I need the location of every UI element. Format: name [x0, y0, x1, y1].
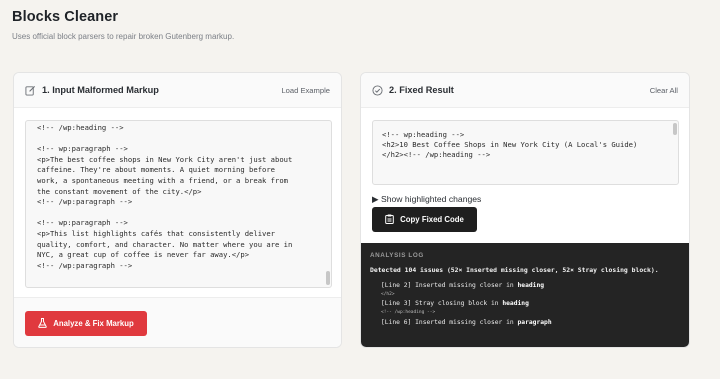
copy-fixed-code-button[interactable]: Copy Fixed Code	[372, 207, 477, 232]
markup-line: <!-- /wp:heading -->	[37, 123, 124, 132]
log-detail: <!-- /wp:heading -->	[381, 309, 436, 315]
input-panel-footer: Analyze & Fix Markup	[14, 297, 341, 347]
log-entry: [Line 3] Stray closing block in heading	[381, 299, 680, 309]
clear-all-button[interactable]: Clear All	[650, 86, 678, 95]
show-highlighted-changes-toggle[interactable]: ▶ Show highlighted changes	[372, 194, 481, 205]
check-circle-icon	[372, 84, 383, 96]
log-detail: </h2>	[381, 291, 395, 297]
markup-line: <!-- wp:paragraph -->	[37, 144, 128, 154]
copy-fixed-code-label: Copy Fixed Code	[400, 215, 464, 224]
markup-input-text[interactable]: <!-- /wp:heading --> <!-- wp:paragraph -…	[26, 121, 331, 271]
fixed-result-output[interactable]: <!-- wp:heading --> <h2>10 Best Coffee Sh…	[372, 120, 679, 185]
app-title: Blocks Cleaner	[12, 9, 119, 25]
input-panel: 1. Input Malformed Markup Load Example <…	[13, 72, 342, 348]
result-panel-title: 2. Fixed Result	[389, 85, 454, 95]
result-line: <h2>10 Best Coffee Shops in New York Cit…	[382, 140, 638, 150]
result-scrollbar[interactable]	[673, 123, 677, 135]
markup-line: <!-- wp:paragraph -->	[37, 218, 128, 228]
log-entry-text: [Line 6] Inserted missing closer in	[381, 318, 518, 326]
result-line: </h2><!-- /wp:heading -->	[382, 150, 491, 160]
input-panel-title: 1. Input Malformed Markup	[42, 85, 159, 95]
log-entry: [Line 2] Inserted missing closer in head…	[381, 281, 680, 291]
analysis-log-entries: [Line 2] Inserted missing closer in head…	[370, 281, 680, 327]
analyze-fix-label: Analyze & Fix Markup	[53, 319, 134, 328]
input-panel-header: 1. Input Malformed Markup Load Example	[14, 73, 341, 108]
markup-line: NYC, a great cup of coffee is never far …	[37, 250, 250, 260]
markup-line: <!-- /wp:paragraph -->	[37, 197, 133, 207]
log-entry: [Line 6] Inserted missing closer in para…	[381, 318, 680, 328]
markup-line: the constant movement of the city.</p>	[37, 186, 202, 196]
analysis-log-title: ANALYSIS LOG	[370, 252, 424, 259]
log-entry-text: [Line 2] Inserted missing closer in	[381, 282, 518, 289]
edit-icon	[25, 85, 36, 96]
log-entry-block: paragraph	[517, 318, 552, 326]
flask-icon	[38, 317, 47, 330]
log-entry-text: [Line 3] Stray closing block in	[381, 300, 503, 308]
markup-line: <!-- /wp:paragraph -->	[37, 260, 133, 270]
log-entry-block: heading	[502, 300, 529, 308]
result-line: <!-- wp:heading -->	[382, 130, 465, 139]
markup-line: quality, comfort, and character. No matt…	[37, 239, 293, 249]
markup-line: <p>This list highlights cafés that consi…	[37, 228, 275, 238]
input-scrollbar[interactable]	[326, 271, 330, 285]
markup-input[interactable]: <!-- /wp:heading --> <!-- wp:paragraph -…	[25, 120, 332, 288]
log-entry-block: heading	[517, 282, 545, 289]
app-header: Blocks Cleaner Uses official block parse…	[12, 9, 234, 41]
load-example-button[interactable]: Load Example	[281, 86, 330, 95]
analysis-log-summary: Detected 104 issues (52× Inserted missin…	[370, 266, 659, 274]
markup-line	[37, 134, 321, 145]
app-subtitle: Uses official block parsers to repair br…	[12, 32, 235, 41]
markup-line: <p>The best coffee shops in New York Cit…	[37, 154, 293, 164]
clipboard-icon	[385, 214, 394, 226]
result-panel-header: 2. Fixed Result Clear All	[361, 73, 689, 108]
markup-line: caffeine. They're about moments. A quiet…	[37, 165, 275, 175]
markup-line: work, a spontaneous meeting with a frien…	[37, 175, 288, 185]
markup-line	[37, 208, 321, 219]
fixed-result-text: <!-- wp:heading --> <h2>10 Best Coffee Sh…	[373, 121, 678, 161]
result-panel: 2. Fixed Result Clear All <!-- wp:headin…	[360, 72, 690, 348]
analyze-fix-button[interactable]: Analyze & Fix Markup	[25, 311, 147, 336]
analysis-log: ANALYSIS LOG Detected 104 issues (52× In…	[361, 243, 689, 347]
